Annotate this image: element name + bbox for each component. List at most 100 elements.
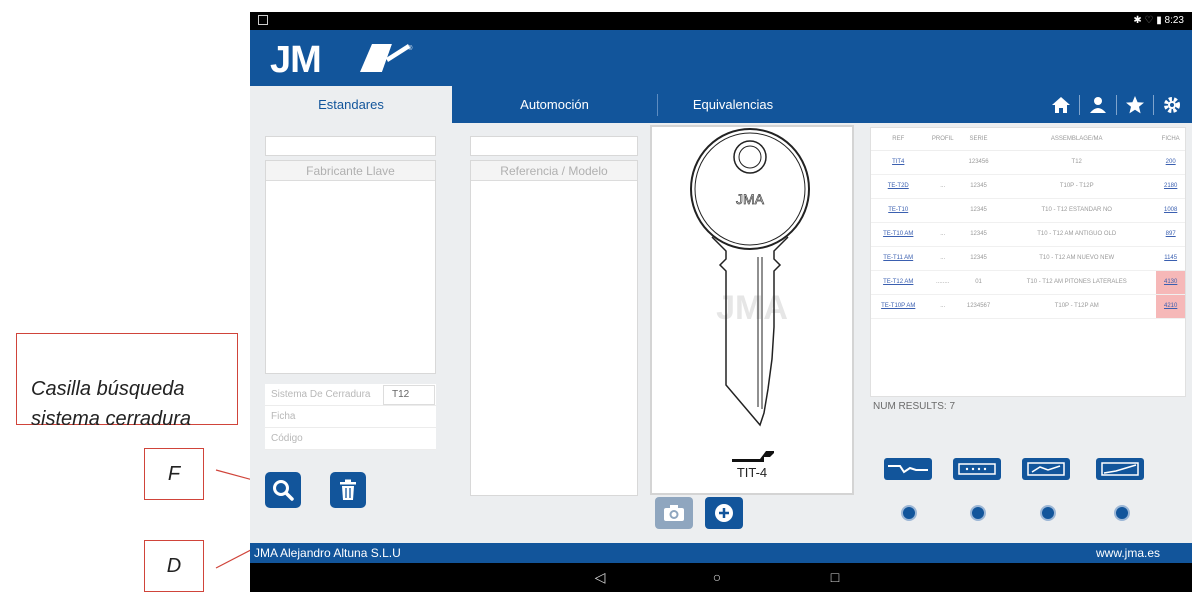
annotation-casilla-text: Casilla búsqueda sistema cerradura bbox=[31, 378, 192, 430]
profil-cell: ........ bbox=[925, 270, 960, 295]
serie-cell: 12345 bbox=[959, 174, 998, 199]
home-nav-icon[interactable]: ○ bbox=[709, 569, 725, 585]
ref-link[interactable]: TIT4 bbox=[871, 150, 926, 175]
icon-divider bbox=[1116, 95, 1117, 115]
col-ref: REF bbox=[871, 128, 926, 151]
search-button[interactable] bbox=[265, 472, 301, 508]
profile-flat-key-button[interactable] bbox=[884, 458, 932, 480]
profile-dimple-key-button[interactable] bbox=[953, 458, 1001, 480]
serie-cell: 12345 bbox=[959, 222, 998, 247]
table-row[interactable]: TE-T10P AM ... 1234567 T10P - T12P AM 42… bbox=[871, 294, 1185, 319]
table-row[interactable]: TE-T10 AM ... 12345 T10 - T12 AM ANTIGUO… bbox=[871, 222, 1185, 247]
manufacturer-list-header: Fabricante Llave bbox=[266, 161, 435, 181]
serie-cell: 12345 bbox=[959, 198, 998, 223]
manufacturer-list[interactable]: Fabricante Llave bbox=[265, 160, 436, 374]
user-icon[interactable] bbox=[1086, 93, 1110, 117]
back-icon[interactable]: ◁ bbox=[592, 569, 608, 585]
profile-track-key-button[interactable] bbox=[1096, 458, 1144, 480]
profile-radio-4[interactable] bbox=[1114, 505, 1130, 521]
ficha-link[interactable]: 4130 bbox=[1156, 270, 1185, 295]
lock-system-input[interactable]: T12 bbox=[383, 385, 435, 405]
ficha-field[interactable]: Ficha bbox=[265, 406, 436, 428]
key-image-card: JMA JMA TIT-4 bbox=[650, 125, 854, 495]
jma-logo: JM ® bbox=[270, 39, 413, 78]
num-results: NUM RESULTS: 7 bbox=[873, 401, 956, 412]
model-search-input[interactable] bbox=[470, 136, 638, 156]
icon-divider bbox=[1153, 95, 1154, 115]
col-assemblage: ASSEMBLAGE/MA bbox=[997, 128, 1157, 151]
ref-link[interactable]: TE-T12 AM bbox=[871, 270, 926, 295]
ficha-link[interactable]: 897 bbox=[1156, 222, 1185, 247]
model-list[interactable]: Referencia / Modelo bbox=[470, 160, 638, 496]
tablet-screen: ✱ ♡ ▮ 8:23 JM ® Estandares Automoción Eq… bbox=[250, 12, 1192, 592]
results-table: REF PROFIL SERIE ASSEMBLAGE/MA FICHA TIT… bbox=[870, 127, 1186, 397]
recents-icon[interactable]: □ bbox=[827, 569, 843, 585]
ref-link[interactable]: TE-T10 bbox=[871, 198, 926, 223]
annotation-d-text: D bbox=[166, 555, 182, 577]
assemblage-cell: T10 - T12 ESTANDAR NO bbox=[997, 198, 1157, 223]
ref-link[interactable]: TE-T2D bbox=[871, 174, 926, 199]
table-row[interactable]: TE-T11 AM ... 12345 T10 - T12 AM NUEVO N… bbox=[871, 246, 1185, 271]
tab-automocion[interactable]: Automoción bbox=[452, 86, 657, 123]
star-icon[interactable] bbox=[1123, 93, 1147, 117]
table-row[interactable]: TE-T2D ... 12345 T10P - T12P 2180 bbox=[871, 174, 1185, 199]
status-bar: ✱ ♡ ▮ 8:23 bbox=[250, 12, 1192, 30]
ref-link[interactable]: TE-T10P AM bbox=[871, 294, 926, 319]
profile-radio-2[interactable] bbox=[970, 505, 986, 521]
home-icon[interactable] bbox=[1049, 93, 1073, 117]
profil-cell bbox=[925, 198, 960, 223]
col-profil: PROFIL bbox=[925, 128, 960, 151]
flat-key-icon bbox=[888, 465, 928, 474]
search-icon bbox=[273, 480, 294, 501]
assemblage-cell: T10 - T12 AM PITONES LATERALES bbox=[997, 270, 1157, 295]
table-row[interactable]: TE-T12 AM ........ 01 T10 - T12 AM PITON… bbox=[871, 270, 1185, 295]
add-button[interactable] bbox=[705, 497, 743, 529]
status-time: 8:23 bbox=[1164, 15, 1184, 26]
trash-icon bbox=[340, 479, 356, 500]
table-row[interactable]: TE-T10 12345 T10 - T12 ESTANDAR NO 1008 bbox=[871, 198, 1185, 223]
codigo-field[interactable]: Código bbox=[265, 428, 436, 450]
profil-cell: ... bbox=[925, 294, 960, 319]
ref-link[interactable]: TE-T10 AM bbox=[871, 222, 926, 247]
tab-equivalencias[interactable]: Equivalencias bbox=[658, 86, 808, 123]
camera-button[interactable] bbox=[655, 497, 693, 529]
assemblage-cell: T10P - T12P bbox=[997, 174, 1157, 199]
ficha-link[interactable]: 1145 bbox=[1156, 246, 1185, 271]
col-ficha: FICHA bbox=[1156, 128, 1185, 151]
ficha-link[interactable]: 4210 bbox=[1156, 294, 1185, 319]
delete-button[interactable] bbox=[330, 472, 366, 508]
lock-system-label: Sistema De Cerradura bbox=[271, 389, 371, 400]
manufacturer-search-input[interactable] bbox=[265, 136, 436, 156]
key-watermark: JMA bbox=[716, 289, 788, 327]
table-row[interactable]: TIT4 123456 T12 200 bbox=[871, 150, 1185, 175]
tab-bar: Estandares Automoción Equivalencias bbox=[250, 86, 1192, 123]
annotation-f: F bbox=[144, 448, 204, 500]
camera-icon bbox=[664, 505, 684, 521]
profile-radio-3[interactable] bbox=[1040, 505, 1056, 521]
profile-laser-key-button[interactable] bbox=[1022, 458, 1070, 480]
page: Casilla búsqueda sistema cerradura F D ✱… bbox=[0, 0, 1192, 592]
assemblage-cell: T10 - T12 AM NUEVO NEW bbox=[997, 246, 1157, 271]
assemblage-cell: T10 - T12 AM ANTIGUO OLD bbox=[997, 222, 1157, 247]
annotation-casilla: Casilla búsqueda sistema cerradura bbox=[16, 333, 238, 430]
tab-estandares[interactable]: Estandares bbox=[250, 86, 452, 123]
model-list-header: Referencia / Modelo bbox=[471, 161, 637, 181]
assemblage-cell: T12 bbox=[997, 150, 1157, 175]
profil-cell bbox=[925, 150, 960, 175]
svg-text:JM: JM bbox=[270, 39, 321, 78]
wifi-icon: ♡ bbox=[1144, 15, 1154, 26]
website-link[interactable]: www.jma.es bbox=[1096, 546, 1160, 560]
col-serie: SERIE bbox=[959, 128, 998, 151]
svg-text:JMA: JMA bbox=[736, 191, 765, 207]
ficha-link[interactable]: 1008 bbox=[1156, 198, 1185, 223]
icon-divider bbox=[1079, 95, 1080, 115]
ref-link[interactable]: TE-T11 AM bbox=[871, 246, 926, 271]
serie-cell: 12345 bbox=[959, 246, 998, 271]
profile-radio-1[interactable] bbox=[901, 505, 917, 521]
ficha-link[interactable]: 200 bbox=[1156, 150, 1185, 175]
svg-text:®: ® bbox=[408, 45, 413, 52]
serie-cell: 01 bbox=[959, 270, 998, 295]
settings-icon[interactable] bbox=[1160, 93, 1184, 117]
serie-cell: 1234567 bbox=[959, 294, 998, 319]
ficha-link[interactable]: 2180 bbox=[1156, 174, 1185, 199]
